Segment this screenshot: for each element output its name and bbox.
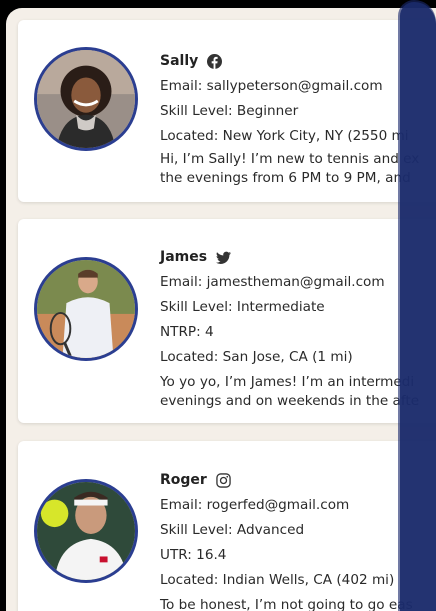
name-row: Roger [160,469,436,491]
player-info: James Email: jamestheman@gmail.com Skill… [160,246,436,410]
player-location: Located: San Jose, CA (1 mi) [160,349,353,365]
player-name: Sally [160,53,199,69]
player-skill: Skill Level: Advanced [160,522,305,538]
player-name: James [160,249,208,265]
player-bio-line: Yo yo yo, I’m James! I’m an intermedi [160,374,415,390]
player-bio-line: To be honest, I’m not going to go eas [160,597,413,611]
avatar[interactable] [34,479,138,583]
player-email: Email: jamestheman@gmail.com [160,274,385,290]
avatar-photo-james [37,260,135,358]
player-rating: NTRP: 4 [160,324,214,340]
player-email: Email: rogerfed@gmail.com [160,497,350,513]
player-bio-line: Hi, I’m Sally! I’m new to tennis and ex [160,151,420,167]
name-row: Sally [160,50,436,72]
avatar-photo-sally [37,50,135,148]
screen: Sally Email: sallypeterson@gmail.com Ski… [6,8,436,611]
player-bio-line: evenings and on weekends in the afte [160,393,420,409]
player-email: Email: sallypeterson@gmail.com [160,78,383,94]
player-skill: Skill Level: Intermediate [160,299,325,315]
player-card-james[interactable]: James Email: jamestheman@gmail.com Skill… [18,219,436,423]
player-bio-line: the evenings from 6 PM to 9 PM, and [160,170,411,186]
name-row: James [160,246,436,268]
facebook-icon[interactable] [207,53,223,69]
player-info: Sally Email: sallypeterson@gmail.com Ski… [160,50,436,187]
player-info: Roger Email: rogerfed@gmail.com Skill Le… [160,469,436,611]
side-nav-panel-edge [400,2,436,611]
avatar-photo-roger [37,482,135,580]
device-frame: Sally Email: sallypeterson@gmail.com Ski… [0,0,436,611]
player-location: Located: New York City, NY (2550 mi [160,128,409,144]
avatar[interactable] [34,257,138,361]
player-name: Roger [160,472,207,488]
avatar[interactable] [34,47,138,151]
player-location: Located: Indian Wells, CA (402 mi) [160,572,395,588]
player-card-sally[interactable]: Sally Email: sallypeterson@gmail.com Ski… [18,20,436,202]
twitter-icon[interactable] [216,250,232,265]
player-skill: Skill Level: Beginner [160,103,299,119]
instagram-icon[interactable] [216,472,231,488]
player-rating: UTR: 16.4 [160,547,227,563]
player-card-roger[interactable]: Roger Email: rogerfed@gmail.com Skill Le… [18,441,436,611]
